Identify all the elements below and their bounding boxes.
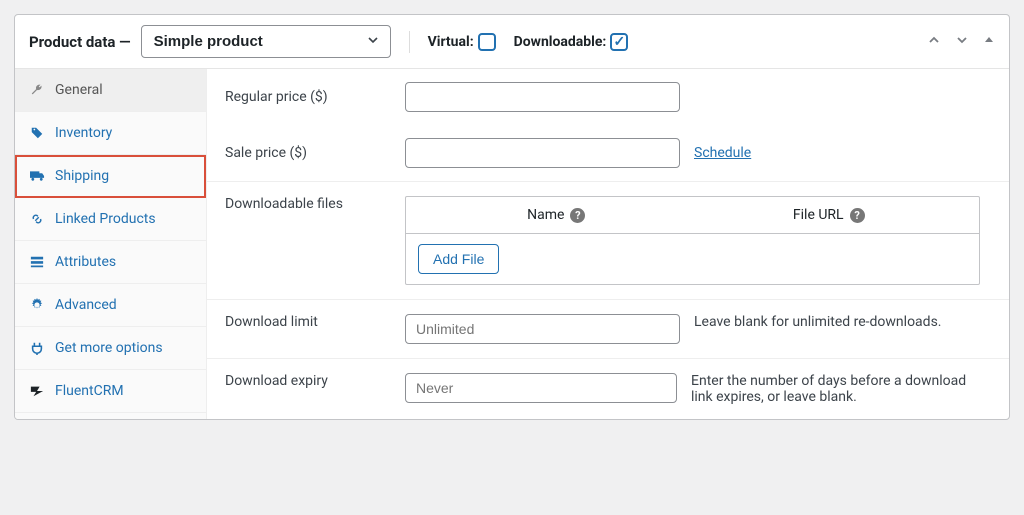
panel-title: Product data —	[29, 33, 131, 51]
dl-col-name-label: Name	[527, 207, 564, 223]
download-limit-help: Leave blank for unlimited re-downloads.	[694, 314, 941, 330]
tab-linked-products[interactable]: Linked Products	[15, 198, 206, 241]
move-down-icon[interactable]	[955, 33, 969, 51]
tag-icon	[29, 125, 45, 141]
content-area: Regular price ($) Sale price ($) Schedul…	[207, 69, 1009, 419]
plug-icon	[29, 340, 45, 356]
tab-label: General	[55, 82, 103, 98]
tab-label: Attributes	[55, 254, 116, 270]
tab-shipping[interactable]: Shipping	[15, 155, 206, 198]
schedule-link[interactable]: Schedule	[694, 145, 751, 161]
tab-label: Inventory	[55, 125, 112, 141]
downloadable-files-table: Name ? File URL ? Add File	[405, 196, 980, 285]
dl-col-name: Name ?	[420, 207, 693, 223]
virtual-label: Virtual:	[428, 34, 474, 50]
sale-price-row: Sale price ($) Schedule	[207, 125, 1009, 181]
dl-table-head: Name ? File URL ?	[406, 197, 979, 234]
download-expiry-label: Download expiry	[225, 373, 405, 389]
tab-general[interactable]: General	[15, 69, 206, 112]
download-expiry-input[interactable]	[405, 373, 677, 403]
panel-header: Product data — Simple product Virtual: D…	[15, 15, 1009, 69]
tab-fluentcrm[interactable]: FluentCRM	[15, 370, 206, 413]
list-icon	[29, 254, 45, 270]
tab-label: Linked Products	[55, 211, 156, 227]
dl-table-foot: Add File	[406, 234, 979, 284]
divider	[409, 31, 410, 53]
downloadable-files-label: Downloadable files	[225, 196, 405, 212]
dl-col-url: File URL ?	[693, 207, 966, 223]
product-data-panel: Product data — Simple product Virtual: D…	[14, 14, 1010, 420]
tabs-sidebar: General Inventory Shipping Linked Produc…	[15, 69, 207, 419]
download-expiry-row: Download expiry Enter the number of days…	[207, 358, 1009, 419]
wrench-icon	[29, 82, 45, 98]
fluent-icon	[29, 383, 45, 399]
tab-label: Get more options	[55, 340, 163, 356]
help-icon[interactable]: ?	[850, 208, 865, 223]
tab-attributes[interactable]: Attributes	[15, 241, 206, 284]
regular-price-row: Regular price ($)	[207, 69, 1009, 125]
panel-body: General Inventory Shipping Linked Produc…	[15, 69, 1009, 419]
download-limit-row: Download limit Leave blank for unlimited…	[207, 299, 1009, 358]
sale-price-input[interactable]	[405, 138, 680, 168]
move-up-icon[interactable]	[927, 33, 941, 51]
download-expiry-help: Enter the number of days before a downlo…	[691, 373, 991, 405]
downloadable-label: Downloadable:	[514, 34, 607, 50]
gear-icon	[29, 297, 45, 313]
download-limit-label: Download limit	[225, 314, 405, 330]
downloadable-checkbox[interactable]: Downloadable: ✓	[514, 33, 629, 51]
checkbox-box	[478, 33, 496, 51]
downloadable-files-row: Downloadable files Name ? File URL ? A	[207, 181, 1009, 299]
collapse-icon[interactable]	[983, 34, 995, 50]
download-limit-input[interactable]	[405, 314, 680, 344]
tab-label: FluentCRM	[55, 383, 124, 399]
tab-inventory[interactable]: Inventory	[15, 112, 206, 155]
check-icon: ✓	[613, 35, 625, 49]
checkbox-box: ✓	[610, 33, 628, 51]
add-file-button[interactable]: Add File	[418, 244, 499, 274]
sale-price-label: Sale price ($)	[225, 145, 405, 161]
tab-advanced[interactable]: Advanced	[15, 284, 206, 327]
link-icon	[29, 211, 45, 227]
panel-header-actions	[927, 33, 995, 51]
dl-col-url-label: File URL	[793, 207, 844, 223]
product-type-select[interactable]: Simple product	[141, 25, 391, 58]
truck-icon	[29, 168, 45, 184]
virtual-checkbox[interactable]: Virtual:	[428, 33, 496, 51]
tab-label: Shipping	[55, 168, 109, 184]
regular-price-label: Regular price ($)	[225, 89, 405, 105]
tab-get-more-options[interactable]: Get more options	[15, 327, 206, 370]
tab-label: Advanced	[55, 297, 117, 313]
regular-price-input[interactable]	[405, 82, 680, 112]
help-icon[interactable]: ?	[570, 208, 585, 223]
